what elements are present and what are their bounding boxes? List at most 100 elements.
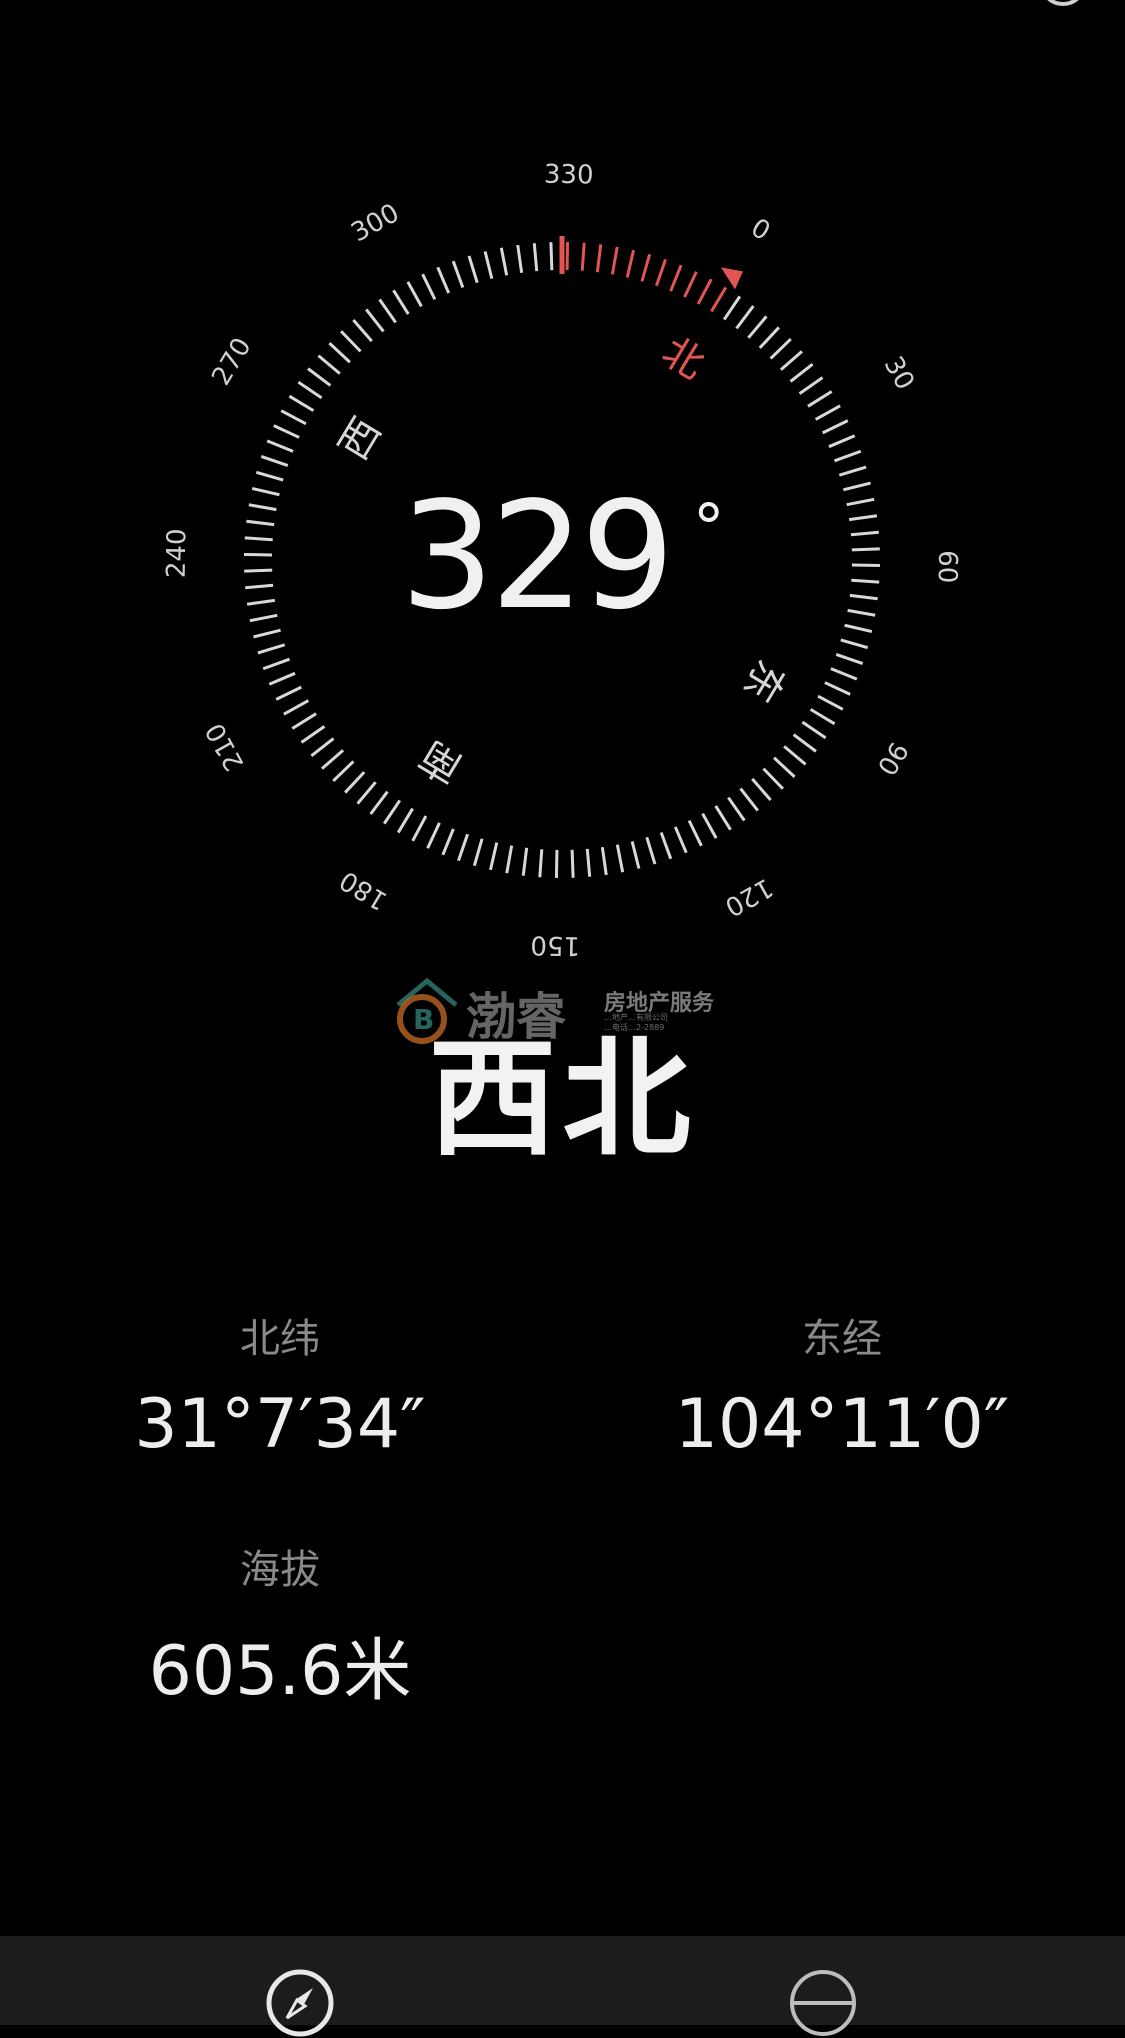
watermark-logo-icon: B	[392, 975, 462, 1047]
dial-tick	[763, 769, 782, 789]
dial-tick	[413, 816, 426, 841]
latitude-label: 北纬	[180, 1306, 380, 1364]
dial-tick	[384, 800, 400, 823]
dial-tick	[534, 243, 536, 271]
dial-tick	[274, 426, 299, 438]
dial-tick	[258, 645, 285, 653]
dial-tick	[656, 259, 665, 285]
dial-tick	[408, 282, 422, 306]
dial-tick	[453, 261, 463, 287]
heading-unit: °	[693, 492, 725, 566]
dial-number: 300	[346, 198, 404, 248]
altitude-value: 605.6米	[100, 1615, 460, 1714]
level-icon[interactable]	[788, 1968, 858, 2038]
dial-number: 210	[200, 718, 250, 776]
dial-tick	[393, 290, 408, 314]
dial-tick	[322, 750, 343, 768]
dial-tick	[261, 456, 287, 465]
dial-tick	[675, 827, 686, 853]
dial-tick	[341, 331, 360, 351]
dial-tick	[540, 849, 542, 877]
dial-tick	[724, 296, 740, 319]
dial-tick	[818, 696, 843, 709]
dial-tick	[829, 436, 855, 447]
dial-tick	[311, 739, 333, 756]
dial-tick	[647, 837, 655, 864]
dial-tick	[816, 406, 840, 420]
dial-tick	[302, 726, 325, 742]
dial-tick	[438, 267, 449, 293]
dial-tick	[485, 251, 492, 278]
cardinal-north: 北	[654, 329, 712, 389]
dial-tick	[380, 300, 396, 323]
dial-tick	[784, 746, 805, 764]
dial-tick	[267, 441, 293, 451]
dial-tick	[808, 391, 832, 406]
dial-number: 30	[878, 352, 920, 395]
dial-tick	[507, 846, 512, 874]
longitude-label: 东经	[742, 1306, 942, 1364]
dial-tick	[263, 659, 289, 669]
dial-tick	[800, 378, 823, 394]
dial-tick	[703, 814, 717, 838]
dial-tick	[825, 683, 850, 695]
dial-tick	[345, 772, 364, 792]
dial-tick	[458, 834, 467, 860]
dial-tick	[523, 848, 526, 876]
dial-number: 150	[530, 930, 580, 961]
dial-tick	[501, 248, 506, 275]
dial-tick	[318, 356, 339, 374]
longitude-value: 104°11′0″	[672, 1385, 1012, 1464]
latitude-value: 31°7′34″	[100, 1385, 460, 1464]
dial-tick	[752, 779, 770, 800]
dial-tick	[685, 272, 697, 297]
dial-number: 270	[206, 333, 257, 391]
dial-tick	[284, 701, 308, 715]
dial-tick	[748, 316, 766, 337]
dial-tick	[711, 287, 725, 311]
dial-tick	[774, 758, 794, 777]
dial-tick	[490, 843, 496, 870]
dial-tick	[612, 247, 617, 275]
dial-tick	[617, 845, 622, 872]
north-marker-icon	[721, 267, 743, 289]
altitude-label: 海拔	[180, 1537, 380, 1595]
dial-tick	[811, 709, 835, 723]
dial-tick	[289, 396, 313, 410]
dial-tick	[781, 351, 802, 369]
dial-tick	[716, 806, 731, 830]
dial-tick	[642, 254, 650, 281]
dial-tick	[371, 792, 388, 814]
dial-tick	[572, 850, 573, 878]
dial-tick	[353, 320, 371, 341]
dial-tick	[329, 343, 349, 362]
dial-number: 90	[871, 736, 914, 780]
dial-tick	[737, 306, 754, 328]
dial-tick	[728, 798, 744, 821]
cardinal-east: 东	[733, 652, 793, 710]
dial-tick	[661, 833, 671, 859]
dial-tick	[632, 841, 639, 868]
cardinal-south: 南	[412, 731, 470, 791]
dial-tick	[398, 809, 412, 833]
dial-tick	[292, 714, 316, 729]
dial-tick	[627, 250, 633, 277]
dial-tick	[276, 687, 301, 699]
dial-tick	[823, 421, 848, 433]
dial-tick	[474, 839, 482, 866]
dial-tick	[423, 274, 435, 299]
heading-readout: 329°	[0, 470, 1125, 642]
dial-tick	[791, 364, 813, 381]
dial-number: 0	[745, 213, 775, 247]
dial-tick	[587, 849, 589, 877]
dial-tick	[358, 782, 376, 803]
dial-tick	[836, 654, 862, 663]
dial-tick	[741, 789, 758, 811]
dial-tick	[551, 242, 552, 270]
dial-tick	[366, 309, 383, 331]
bottom-tab-bar	[0, 1936, 1125, 2025]
dial-tick	[428, 823, 440, 848]
dial-tick	[269, 673, 295, 684]
compass-icon[interactable]	[265, 1968, 335, 2038]
dial-number: 120	[720, 872, 778, 922]
